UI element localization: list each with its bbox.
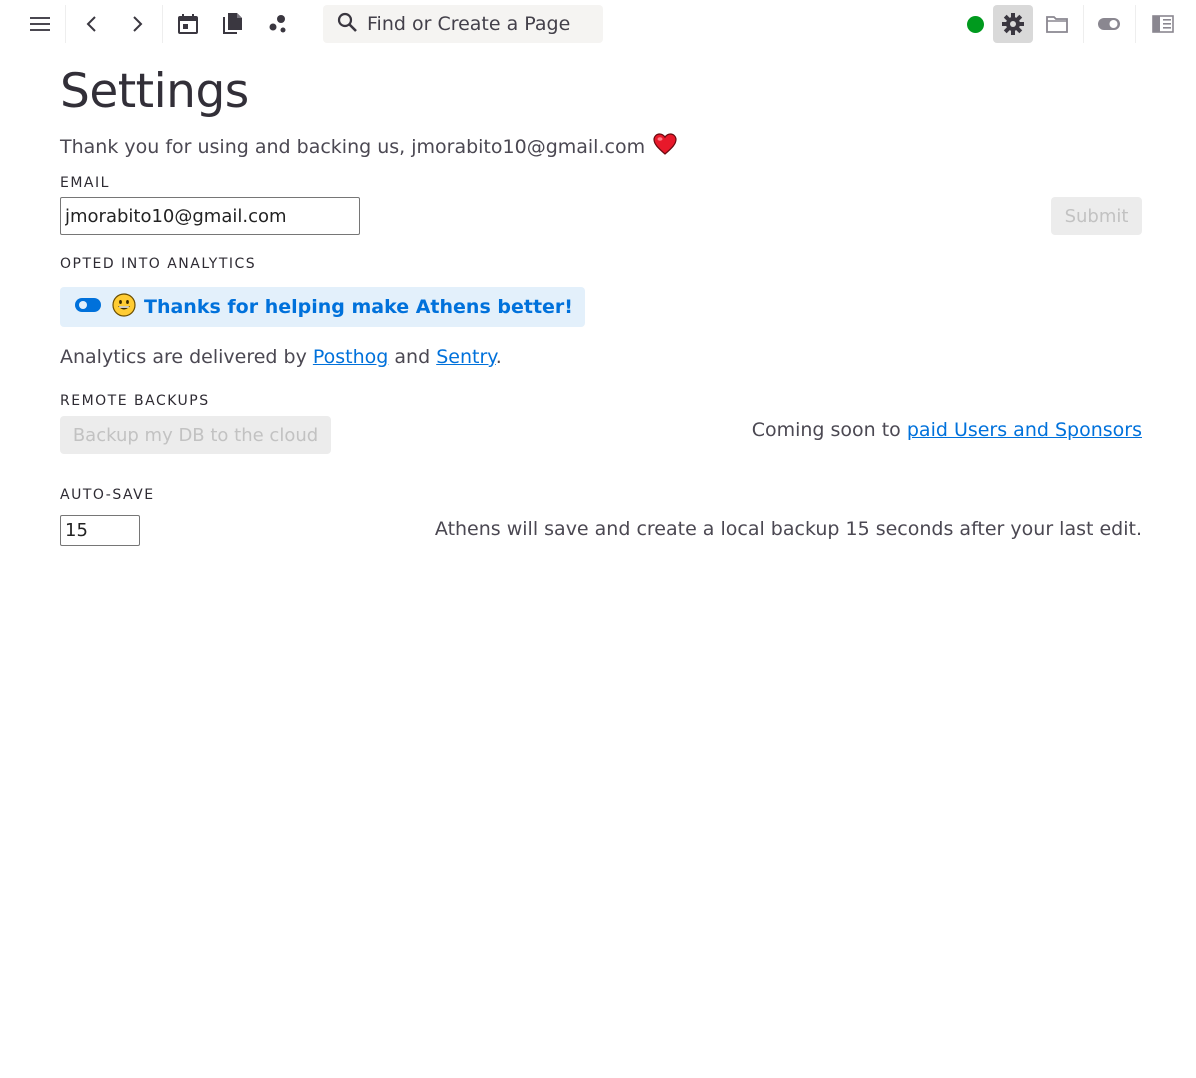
folder-icon [1045,14,1069,34]
analytics-label: OPTED INTO ANALYTICS [60,256,257,272]
back-button[interactable] [72,5,112,43]
delivered-prefix: Analytics are delivered by [60,346,307,368]
page-title: Settings [60,64,249,119]
email-field[interactable] [60,197,360,235]
and-text: and [394,346,431,368]
right-sidebar-icon [1152,15,1174,33]
back-icon [85,15,99,33]
analytics-toggle-text: Thanks for helping make Athens better! [144,296,573,318]
coming-soon-text: Coming soon to paid Users and Sponsors [752,419,1142,441]
forward-button[interactable] [117,5,157,43]
app-toolbar: Find or Create a Page [0,0,1196,50]
menu-button[interactable] [20,5,60,43]
grinning-face-icon [112,292,136,322]
thanks-message: Thank you for using and backing us, jmor… [60,133,677,160]
toolbar-divider [1083,5,1084,43]
graph-button[interactable] [258,5,298,43]
toolbar-divider [1135,5,1136,43]
daily-notes-button[interactable] [168,5,208,43]
analytics-toggle-button[interactable]: Thanks for helping make Athens better! [60,287,585,327]
theme-toggle-button[interactable] [1089,5,1129,43]
toolbar-divider [65,5,66,43]
sentry-link[interactable]: Sentry [436,346,496,368]
autosave-label: AUTO-SAVE [60,487,155,503]
all-pages-icon [222,12,244,36]
remote-backups-label: REMOTE BACKUPS [60,393,210,409]
email-label: EMAIL [60,175,110,191]
open-database-button[interactable] [1037,5,1077,43]
coming-soon-prefix: Coming soon to [751,419,901,441]
settings-icon [1001,12,1025,36]
calendar-icon [177,13,199,35]
heart-icon [653,133,677,160]
settings-button[interactable] [993,5,1033,43]
posthog-link[interactable]: Posthog [313,346,388,368]
search-bar[interactable]: Find or Create a Page [323,5,603,43]
thanks-text: Thank you for using and backing us, jmor… [60,135,646,158]
menu-icon [29,15,51,33]
search-icon [336,11,358,37]
graph-icon [267,13,289,35]
toolbar-divider [162,5,163,43]
submit-button[interactable]: Submit [1051,197,1142,235]
backup-db-button[interactable]: Backup my DB to the cloud [60,416,331,454]
toggle-icon [1097,17,1121,31]
right-sidebar-button[interactable] [1143,5,1183,43]
search-placeholder: Find or Create a Page [367,13,571,35]
autosave-help-text: Athens will save and create a local back… [434,518,1142,540]
autosave-seconds-input[interactable] [60,515,140,546]
paid-users-link[interactable]: paid Users and Sponsors [907,419,1142,441]
analytics-providers-text: Analytics are delivered by Posthog and S… [60,346,502,368]
period-text: . [495,346,502,368]
all-pages-button[interactable] [213,5,253,43]
forward-icon [130,15,144,33]
toggle-on-icon [74,296,102,318]
sync-status-indicator [967,16,984,33]
